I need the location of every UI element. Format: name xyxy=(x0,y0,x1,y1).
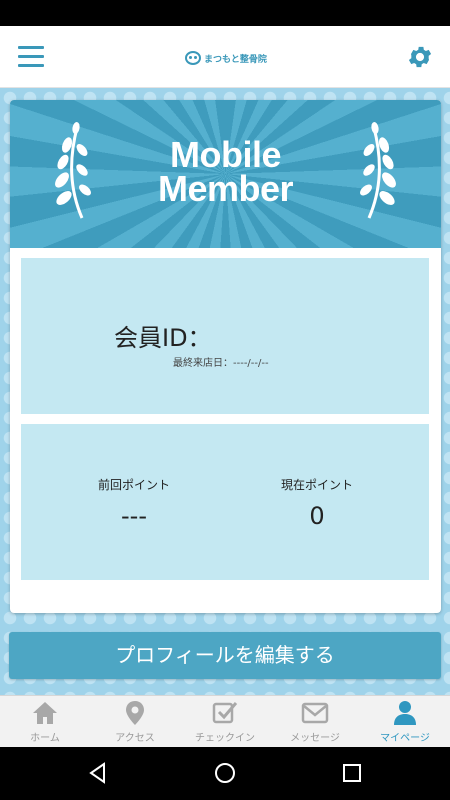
tab-mypage[interactable]: マイページ xyxy=(360,696,450,747)
android-nav-bar xyxy=(0,747,450,800)
previous-points-value: --- xyxy=(121,502,147,530)
logo-mark-icon xyxy=(185,51,201,65)
my-page-content: Mobile Member 会員ID： 最終来店日：----/--/-- 前回ポ… xyxy=(0,88,450,695)
app-logo: まつもと整骨院 xyxy=(185,50,267,66)
hamburger-menu-icon[interactable] xyxy=(18,46,44,68)
tab-message[interactable]: メッセージ xyxy=(270,696,360,747)
current-points-label: 現在ポイント xyxy=(280,478,353,492)
tab-mypage-label: マイページ xyxy=(380,733,430,744)
mobile-member-banner: Mobile Member xyxy=(10,100,441,248)
tab-checkin[interactable]: チェックイン xyxy=(180,696,270,747)
app-header: まつもと整骨院 xyxy=(0,26,450,88)
tab-home-label: ホーム xyxy=(30,733,60,744)
edit-profile-button[interactable]: プロフィールを編集する xyxy=(9,632,441,679)
current-points-value: 0 xyxy=(309,502,325,530)
previous-points-label: 前回ポイント xyxy=(97,478,170,492)
member-id-label: 会員ID： xyxy=(114,324,212,352)
member-id-panel: 会員ID： 最終来店日：----/--/-- xyxy=(21,258,429,414)
mail-icon xyxy=(301,702,329,724)
map-pin-icon xyxy=(126,701,144,725)
home-icon xyxy=(33,702,57,724)
tab-access[interactable]: アクセス xyxy=(90,696,180,747)
recent-apps-icon[interactable] xyxy=(340,761,364,785)
status-bar xyxy=(0,0,450,26)
tab-message-label: メッセージ xyxy=(290,733,340,744)
gear-icon[interactable] xyxy=(406,43,434,71)
back-icon[interactable] xyxy=(86,761,110,785)
tab-home[interactable]: ホーム xyxy=(0,696,90,747)
user-icon xyxy=(394,701,416,725)
bottom-tab-bar: ホーム アクセス チェックイン メッセージ マイページ xyxy=(0,695,450,747)
member-card: Mobile Member 会員ID： 最終来店日：----/--/-- 前回ポ… xyxy=(10,100,441,613)
laurel-right-icon xyxy=(360,122,396,219)
tab-checkin-label: チェックイン xyxy=(195,733,255,744)
last-visit-date: 最終来店日：----/--/-- xyxy=(173,358,269,369)
logo-text: まつもと整骨院 xyxy=(204,54,267,65)
checkin-icon xyxy=(212,702,238,724)
home-circle-icon[interactable] xyxy=(213,761,237,785)
points-panel: 前回ポイント --- 現在ポイント 0 xyxy=(21,424,429,580)
tab-access-label: アクセス xyxy=(115,733,155,744)
